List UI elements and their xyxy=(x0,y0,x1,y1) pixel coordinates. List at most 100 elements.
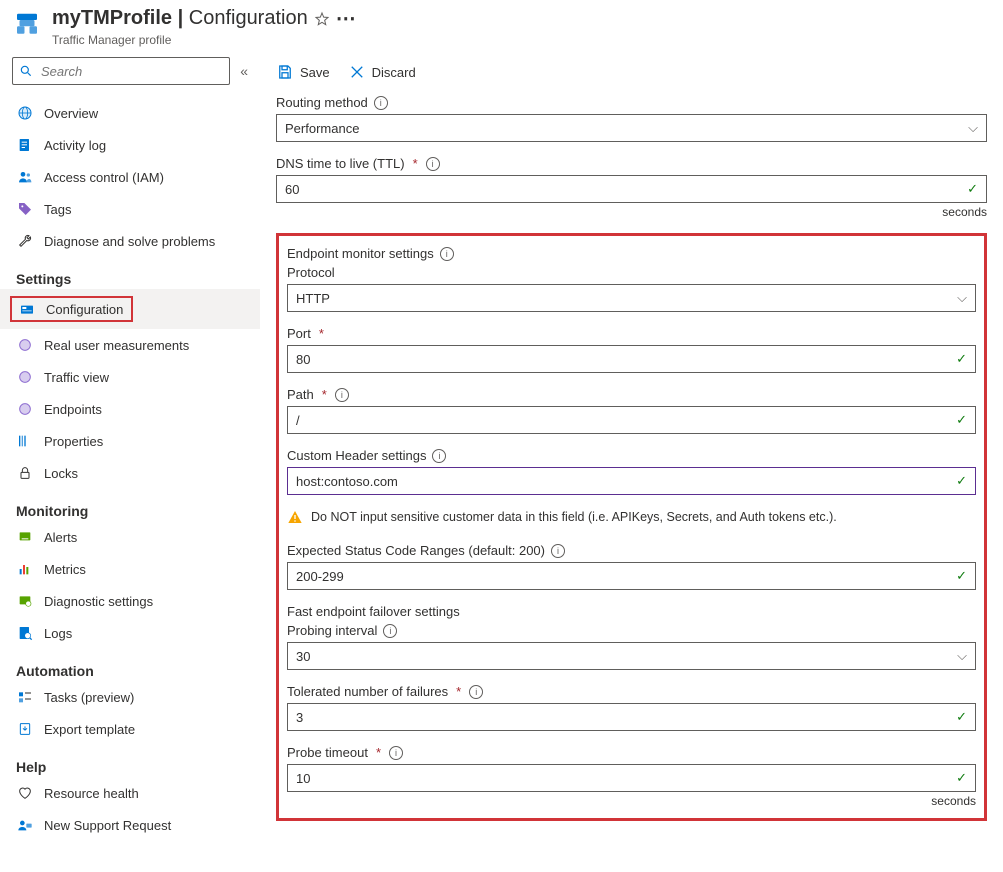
highlighted-section: Endpoint monitor settings i Protocol HTT… xyxy=(276,233,987,821)
probing-select[interactable]: 30 ⌵ xyxy=(287,642,976,670)
port-value: 80 xyxy=(296,352,310,367)
globe-icon xyxy=(16,400,34,418)
routing-method-label: Routing method xyxy=(276,95,368,110)
info-icon[interactable]: i xyxy=(426,157,440,171)
failures-input[interactable]: 3 ✓ xyxy=(287,703,976,731)
routing-method-select[interactable]: Performance ⌵ xyxy=(276,114,987,142)
resource-type: Traffic Manager profile xyxy=(52,33,356,47)
warning-text: Do NOT input sensitive customer data in … xyxy=(311,510,837,524)
search-icon xyxy=(19,64,33,78)
info-icon[interactable]: i xyxy=(335,388,349,402)
sidebar-item-label: Tags xyxy=(44,202,71,217)
sidebar-item-label: Access control (IAM) xyxy=(44,170,164,185)
check-icon: ✓ xyxy=(967,181,978,197)
ttl-input[interactable]: 60 ✓ xyxy=(276,175,987,203)
sidebar-item-export-template[interactable]: Export template xyxy=(0,713,260,745)
protocol-select[interactable]: HTTP ⌵ xyxy=(287,284,976,312)
discard-label: Discard xyxy=(372,65,416,80)
sidebar-item-metrics[interactable]: Metrics xyxy=(0,553,260,585)
sidebar-item-support[interactable]: New Support Request xyxy=(0,809,260,841)
globe-icon xyxy=(16,336,34,354)
wrench-icon xyxy=(16,232,34,250)
required-indicator: * xyxy=(317,326,326,341)
sidebar-item-label: Activity log xyxy=(44,138,106,153)
protocol-label: Protocol xyxy=(287,265,335,280)
sidebar-item-diagnose[interactable]: Diagnose and solve problems xyxy=(0,225,260,257)
sidebar-item-diag-settings[interactable]: Diagnostic settings xyxy=(0,585,260,617)
more-icon[interactable]: ⋯ xyxy=(336,6,356,31)
sidebar-item-label: Configuration xyxy=(46,302,123,317)
search-input[interactable] xyxy=(39,63,223,80)
globe-icon xyxy=(16,368,34,386)
info-icon[interactable]: i xyxy=(389,746,403,760)
info-icon[interactable]: i xyxy=(432,449,446,463)
sidebar-item-locks[interactable]: Locks xyxy=(0,457,260,489)
path-input[interactable]: / ✓ xyxy=(287,406,976,434)
globe-icon xyxy=(16,104,34,122)
sidebar-item-label: Metrics xyxy=(44,562,86,577)
required-indicator: * xyxy=(411,156,420,171)
info-icon[interactable]: i xyxy=(440,247,454,261)
sidebar-item-resource-health[interactable]: Resource health xyxy=(0,777,260,809)
sidebar: « Overview Activity log Access control (… xyxy=(0,57,260,872)
log-icon xyxy=(16,136,34,154)
check-icon: ✓ xyxy=(956,770,967,786)
ttl-value: 60 xyxy=(285,182,299,197)
failures-label: Tolerated number of failures xyxy=(287,684,448,699)
timeout-value: 10 xyxy=(296,771,310,786)
timeout-label: Probe timeout xyxy=(287,745,368,760)
search-input-wrap[interactable] xyxy=(12,57,230,85)
sidebar-item-tags[interactable]: Tags xyxy=(0,193,260,225)
page-header: myTMProfile | Configuration ⋯ Traffic Ma… xyxy=(0,0,1003,57)
timeout-input[interactable]: 10 ✓ xyxy=(287,764,976,792)
chevron-down-icon: ⌵ xyxy=(957,648,967,664)
sidebar-item-logs[interactable]: Logs xyxy=(0,617,260,649)
sidebar-item-label: Properties xyxy=(44,434,103,449)
sidebar-item-traffic-view[interactable]: Traffic view xyxy=(0,361,260,393)
port-label: Port xyxy=(287,326,311,341)
sidebar-item-tasks[interactable]: Tasks (preview) xyxy=(0,681,260,713)
support-icon xyxy=(16,816,34,834)
expected-input[interactable]: 200-299 ✓ xyxy=(287,562,976,590)
protocol-value: HTTP xyxy=(296,291,330,306)
info-icon[interactable]: i xyxy=(551,544,565,558)
expected-value: 200-299 xyxy=(296,569,344,584)
sidebar-item-endpoints[interactable]: Endpoints xyxy=(0,393,260,425)
required-indicator: * xyxy=(374,745,383,760)
info-icon[interactable]: i xyxy=(469,685,483,699)
sidebar-item-label: Logs xyxy=(44,626,72,641)
toolbar: Save Discard xyxy=(260,57,1003,91)
required-indicator: * xyxy=(454,684,463,699)
config-icon xyxy=(18,300,36,318)
sidebar-item-properties[interactable]: Properties xyxy=(0,425,260,457)
sidebar-item-activity-log[interactable]: Activity log xyxy=(0,129,260,161)
check-icon: ✓ xyxy=(956,709,967,725)
lock-icon xyxy=(16,464,34,482)
sidebar-item-access-control[interactable]: Access control (IAM) xyxy=(0,161,260,193)
info-icon[interactable]: i xyxy=(383,624,397,638)
sidebar-item-label: Locks xyxy=(44,466,78,481)
traffic-manager-icon xyxy=(12,10,42,40)
sidebar-item-configuration[interactable]: Configuration xyxy=(0,289,260,329)
sidebar-item-alerts[interactable]: Alerts xyxy=(0,521,260,553)
sidebar-item-label: Overview xyxy=(44,106,98,121)
path-label: Path xyxy=(287,387,314,402)
people-icon xyxy=(16,168,34,186)
custom-header-input[interactable]: host:contoso.com ✓ xyxy=(287,467,976,495)
collapse-sidebar-button[interactable]: « xyxy=(240,63,248,79)
port-input[interactable]: 80 ✓ xyxy=(287,345,976,373)
close-icon xyxy=(348,63,366,81)
sidebar-item-overview[interactable]: Overview xyxy=(0,97,260,129)
metrics-icon xyxy=(16,560,34,578)
failover-section-title: Fast endpoint failover settings xyxy=(287,604,460,619)
info-icon[interactable]: i xyxy=(374,96,388,110)
discard-button[interactable]: Discard xyxy=(348,63,416,81)
check-icon: ✓ xyxy=(956,412,967,428)
sidebar-item-real-user[interactable]: Real user measurements xyxy=(0,329,260,361)
favorite-star-icon[interactable] xyxy=(314,11,330,27)
chevron-down-icon: ⌵ xyxy=(968,120,978,136)
save-button[interactable]: Save xyxy=(276,63,330,81)
sidebar-section-automation: Automation xyxy=(0,649,260,681)
sidebar-item-label: Diagnose and solve problems xyxy=(44,234,215,249)
expected-label: Expected Status Code Ranges (default: 20… xyxy=(287,543,545,558)
